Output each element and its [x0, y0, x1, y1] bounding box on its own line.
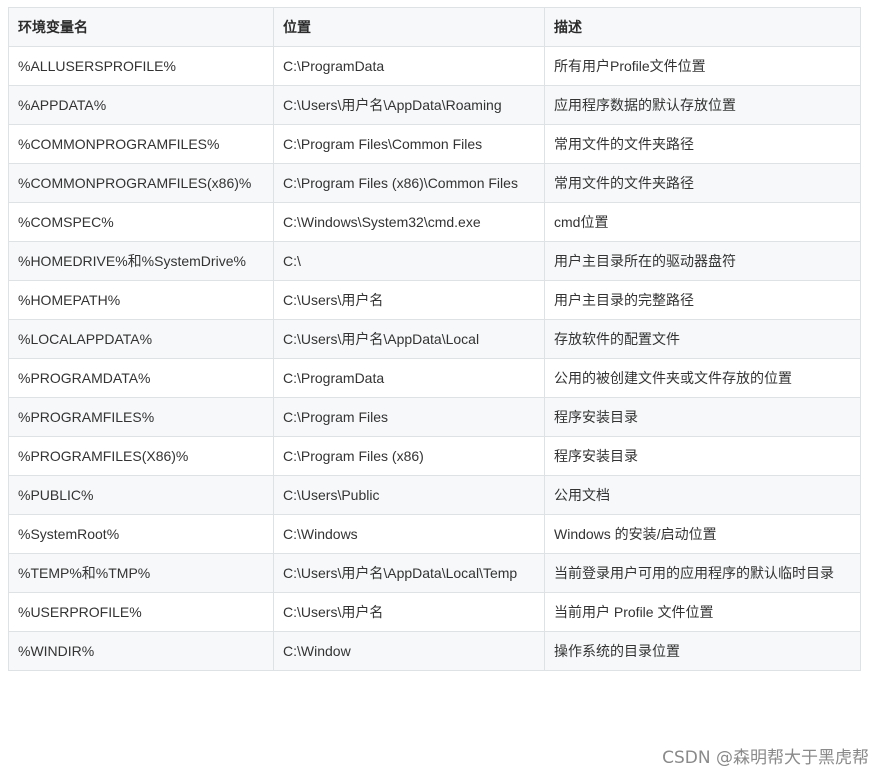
cell-location: C:\: [273, 241, 545, 281]
table-row: %COMMONPROGRAMFILES(x86)% C:\Program File…: [8, 163, 861, 203]
cell-var-name: %PROGRAMFILES(X86)%: [8, 436, 274, 476]
cell-var-name: %USERPROFILE%: [8, 592, 274, 632]
cell-var-name: %LOCALAPPDATA%: [8, 319, 274, 359]
table-row: %PUBLIC% C:\Users\Public 公用文档: [8, 475, 861, 515]
header-var-name: 环境变量名: [8, 7, 274, 47]
cell-description: 程序安装目录: [544, 436, 861, 476]
cell-location: C:\Window: [273, 631, 545, 671]
cell-description: 存放软件的配置文件: [544, 319, 861, 359]
cell-location: C:\Windows: [273, 514, 545, 554]
table-row: %HOMEPATH% C:\Users\用户名 用户主目录的完整路径: [8, 280, 861, 320]
cell-var-name: %APPDATA%: [8, 85, 274, 125]
cell-location: C:\Users\用户名: [273, 592, 545, 632]
table-row: %COMSPEC% C:\Windows\System32\cmd.exe cmd位…: [8, 202, 861, 242]
cell-description: cmd位置: [544, 202, 861, 242]
cell-location: C:\Windows\System32\cmd.exe: [273, 202, 545, 242]
cell-description: 常用文件的文件夹路径: [544, 163, 861, 203]
cell-location: C:\Users\用户名\AppData\Roaming: [273, 85, 545, 125]
cell-description: 所有用户Profile文件位置: [544, 46, 861, 86]
cell-description: 用户主目录所在的驱动器盘符: [544, 241, 861, 281]
cell-var-name: %COMMONPROGRAMFILES%: [8, 124, 274, 164]
cell-location: C:\Users\用户名\AppData\Local: [273, 319, 545, 359]
table-row: %PROGRAMFILES% C:\Program Files 程序安装目录: [8, 397, 861, 437]
cell-description: 当前登录用户可用的应用程序的默认临时目录: [544, 553, 861, 593]
cell-var-name: %SystemRoot%: [8, 514, 274, 554]
cell-var-name: %PROGRAMDATA%: [8, 358, 274, 398]
cell-location: C:\Program Files\Common Files: [273, 124, 545, 164]
cell-description: 用户主目录的完整路径: [544, 280, 861, 320]
cell-description: 应用程序数据的默认存放位置: [544, 85, 861, 125]
table-row: %APPDATA% C:\Users\用户名\AppData\Roaming 应用程…: [8, 85, 861, 125]
cell-location: C:\ProgramData: [273, 358, 545, 398]
cell-location: C:\Users\用户名: [273, 280, 545, 320]
cell-var-name: %ALLUSERSPROFILE%: [8, 46, 274, 86]
env-var-table: 环境变量名 位置 描述 %ALLUSERSPROFILE% C:\ProgramD…: [8, 7, 861, 671]
header-description: 描述: [544, 7, 861, 47]
cell-var-name: %WINDIR%: [8, 631, 274, 671]
cell-location: C:\Users\用户名\AppData\Local\Temp: [273, 553, 545, 593]
cell-var-name: %HOMEDRIVE%和%SystemDrive%: [8, 241, 274, 281]
table-row: %ALLUSERSPROFILE% C:\ProgramData 所有用户Profi…: [8, 46, 861, 86]
table-body: %ALLUSERSPROFILE% C:\ProgramData 所有用户Profi…: [8, 46, 861, 671]
cell-var-name: %TEMP%和%TMP%: [8, 553, 274, 593]
cell-location: C:\Users\Public: [273, 475, 545, 515]
cell-var-name: %COMSPEC%: [8, 202, 274, 242]
table-row: %HOMEDRIVE%和%SystemDrive% C:\ 用户主目录所在的驱动器盘…: [8, 241, 861, 281]
env-var-table-container: 环境变量名 位置 描述 %ALLUSERSPROFILE% C:\ProgramD…: [8, 7, 861, 671]
cell-description: 常用文件的文件夹路径: [544, 124, 861, 164]
cell-description: 公用文档: [544, 475, 861, 515]
cell-var-name: %HOMEPATH%: [8, 280, 274, 320]
cell-description: 当前用户 Profile 文件位置: [544, 592, 861, 632]
table-row: %USERPROFILE% C:\Users\用户名 当前用户 Profile 文件…: [8, 592, 861, 632]
table-row: %PROGRAMDATA% C:\ProgramData 公用的被创建文件夹或文件存…: [8, 358, 861, 398]
cell-location: C:\Program Files: [273, 397, 545, 437]
cell-location: C:\ProgramData: [273, 46, 545, 86]
cell-description: 公用的被创建文件夹或文件存放的位置: [544, 358, 861, 398]
table-row: %SystemRoot% C:\Windows Windows 的安装/启动位置: [8, 514, 861, 554]
table-row: %COMMONPROGRAMFILES% C:\Program Files\Com…: [8, 124, 861, 164]
table-row: %TEMP%和%TMP% C:\Users\用户名\AppData\Local\T…: [8, 553, 861, 593]
cell-var-name: %PUBLIC%: [8, 475, 274, 515]
csdn-watermark: CSDN @森明帮大于黑虎帮: [662, 748, 869, 768]
cell-var-name: %PROGRAMFILES%: [8, 397, 274, 437]
cell-description: Windows 的安装/启动位置: [544, 514, 861, 554]
header-location: 位置: [273, 7, 545, 47]
table-row: %LOCALAPPDATA% C:\Users\用户名\AppData\Local…: [8, 319, 861, 359]
cell-location: C:\Program Files (x86): [273, 436, 545, 476]
cell-location: C:\Program Files (x86)\Common Files: [273, 163, 545, 203]
table-row: %PROGRAMFILES(X86)% C:\Program Files (x86…: [8, 436, 861, 476]
cell-description: 程序安装目录: [544, 397, 861, 437]
table-header-row: 环境变量名 位置 描述: [8, 7, 861, 47]
cell-var-name: %COMMONPROGRAMFILES(x86)%: [8, 163, 274, 203]
table-row: %WINDIR% C:\Window 操作系统的目录位置: [8, 631, 861, 671]
cell-description: 操作系统的目录位置: [544, 631, 861, 671]
